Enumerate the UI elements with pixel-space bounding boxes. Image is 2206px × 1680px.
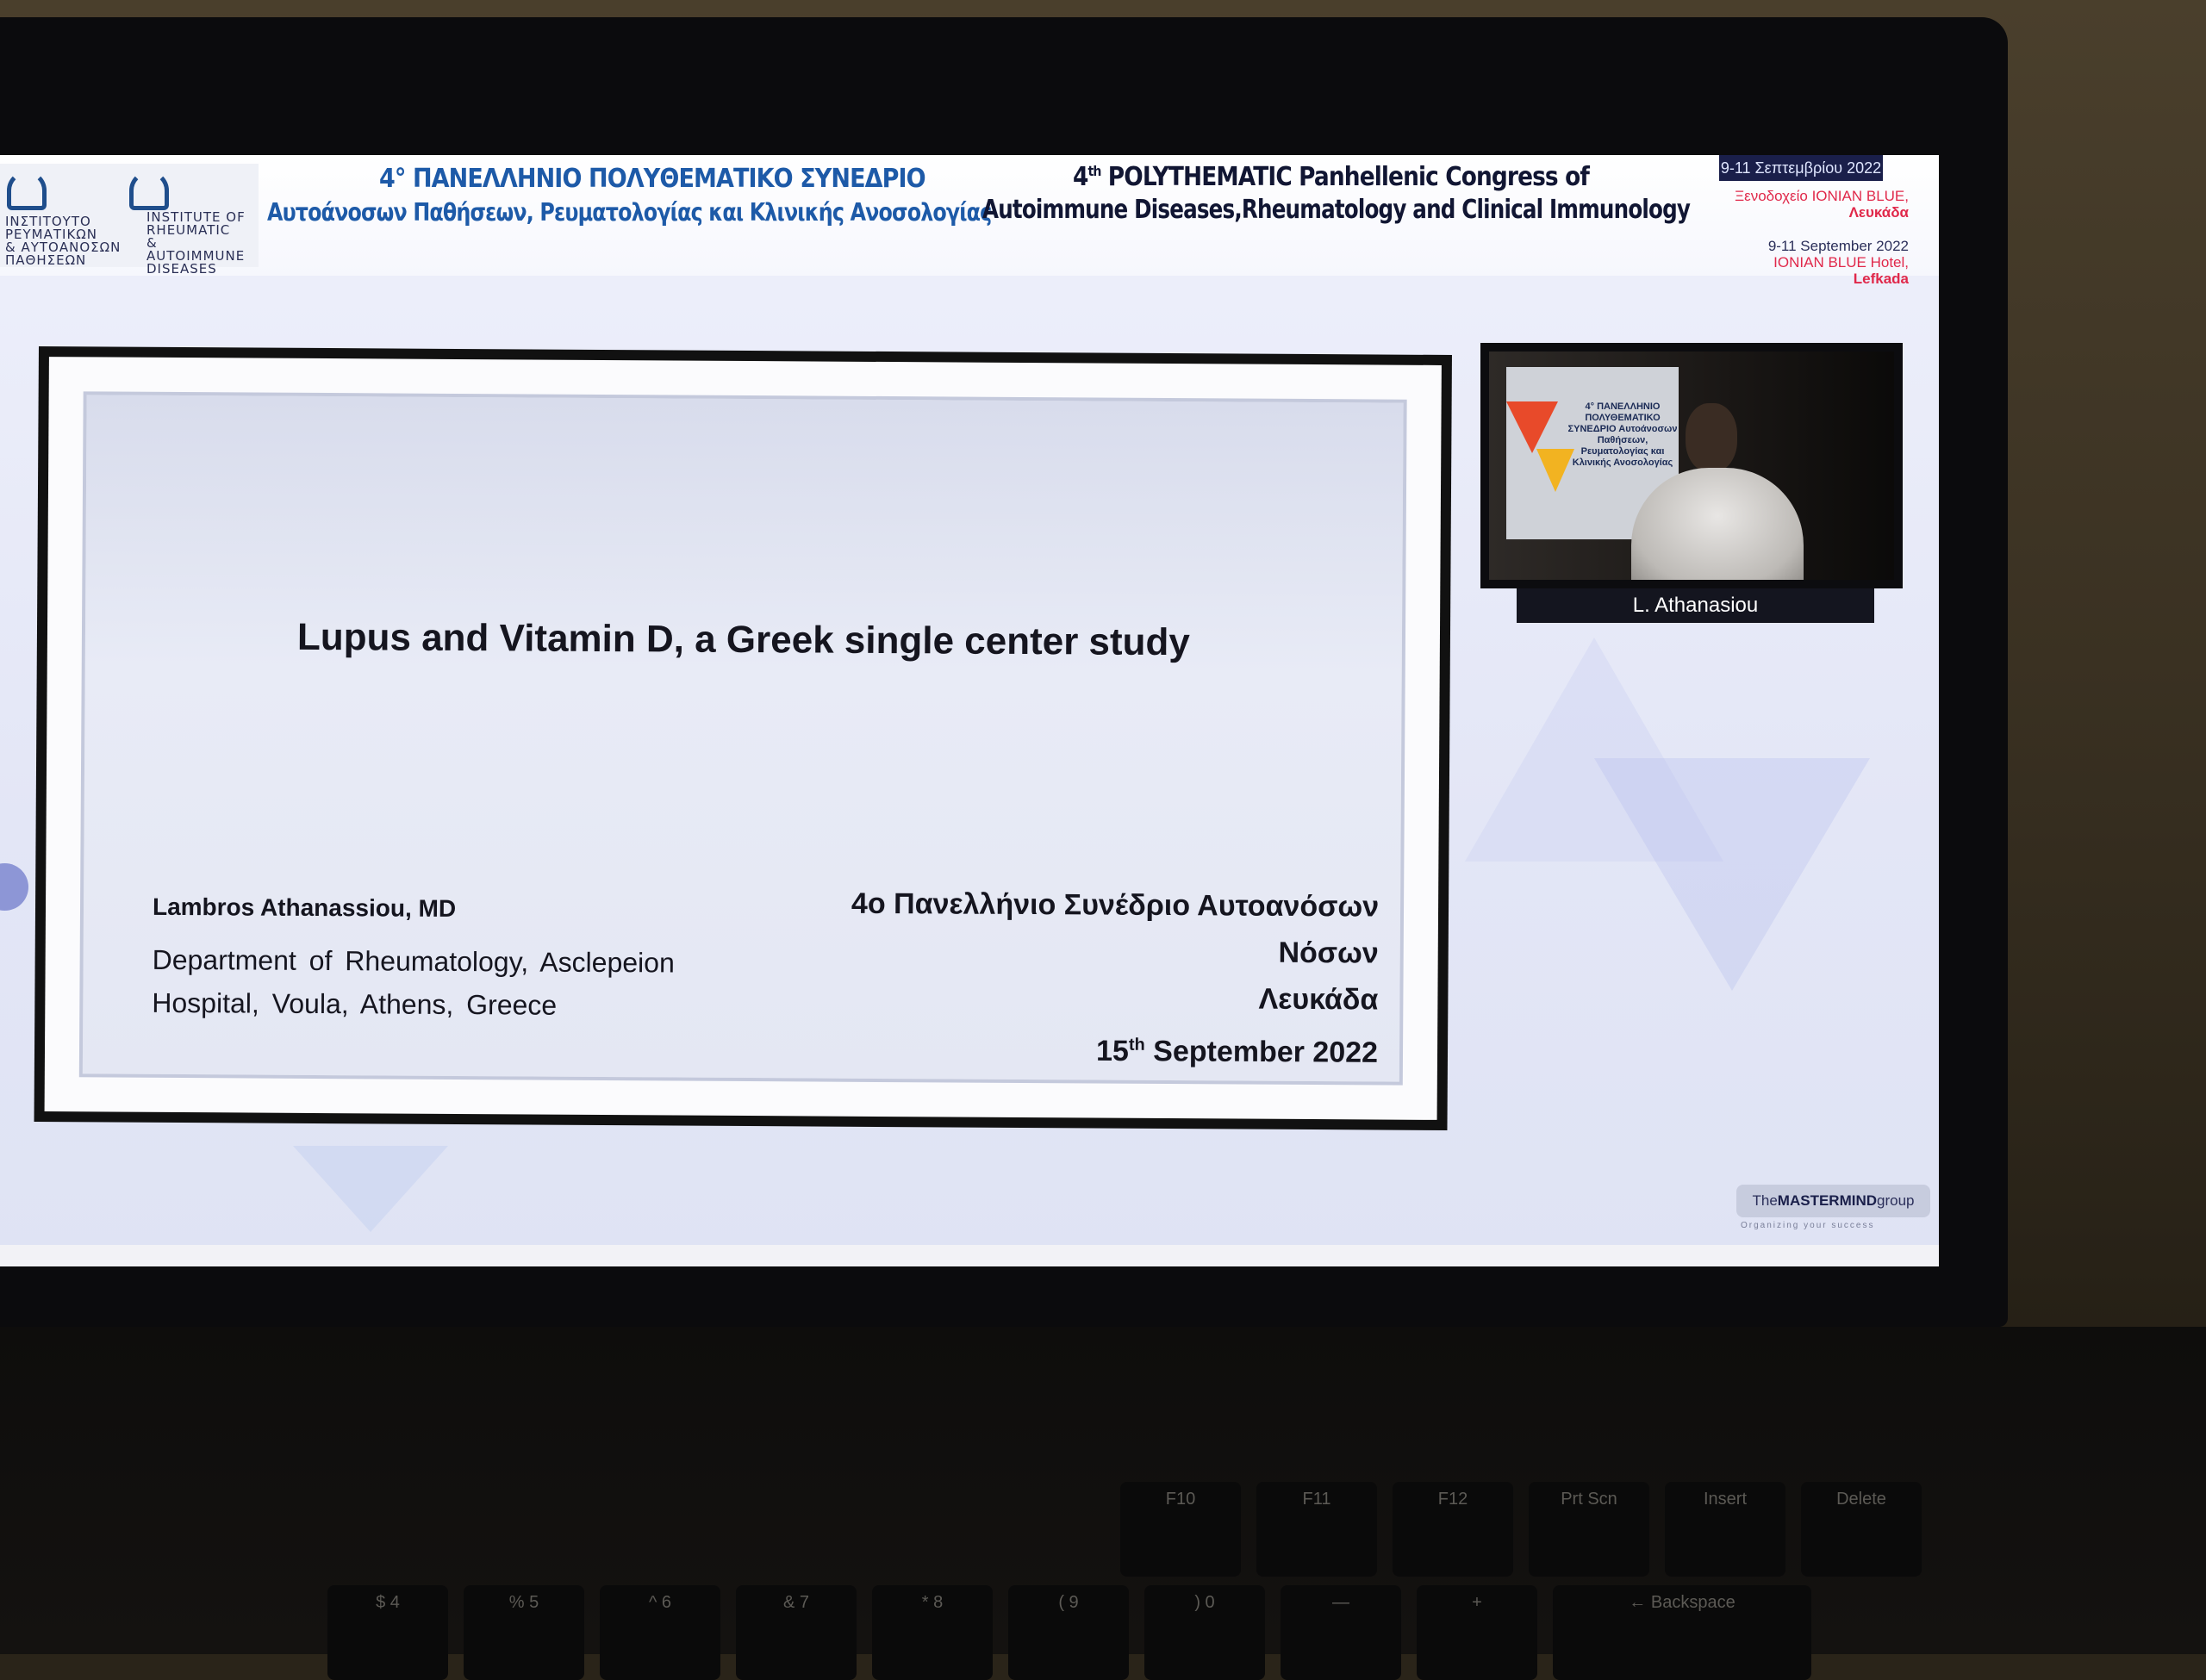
slide-date-day: 15 <box>1095 1034 1129 1068</box>
speaker-video-feed: 4° ΠΑΝΕΛΛΗΝΙΟ ΠΟΛΥΘΕΜΑΤΙΚΟ ΣΥΝΕΔΡΙΟ Αυτο… <box>1489 352 1894 580</box>
congress-header: ΙΝΣΤΙΤΟΥΤΟ ΡΕΥΜΑΤΙΚΩΝ & ΑΥΤΟΑΝΟΣΩΝ ΠΑΘΗΣ… <box>0 155 1939 287</box>
speaker-head <box>1686 403 1737 472</box>
key[interactable]: % 5 <box>464 1585 584 1680</box>
english-title-line2: Autoimmune Diseases,Rheumatology and Cli… <box>982 195 1691 225</box>
key[interactable]: + <box>1417 1585 1537 1680</box>
institute-logo: ΙΝΣΤΙΤΟΥΤΟ ΡΕΥΜΑΤΙΚΩΝ & ΑΥΤΟΑΝΟΣΩΝ ΠΑΘΗΣ… <box>0 164 259 276</box>
key[interactable]: ) 0 <box>1144 1585 1265 1680</box>
institute-logo-icon <box>7 171 47 210</box>
logo-text-greek: ΙΝΣΤΙΤΟΥΤΟ ΡΕΥΜΑΤΙΚΩΝ & ΑΥΤΟΑΝΟΣΩΝ ΠΑΘΗΣ… <box>5 214 122 268</box>
slide-conference-line1: 4ο Πανελλήνιο Συνέδριο Αυτοανόσων <box>851 887 1380 924</box>
slide-author: Lambros Athanassiou, MD <box>152 893 457 922</box>
slide-date-sup: th <box>1128 1035 1145 1055</box>
slide-content: Lupus and Vitamin D, a Greek single cent… <box>78 391 1407 1086</box>
laptop-keyboard: F10 F11 F12 Prt Scn Insert Delete $ 4 % … <box>0 1327 2206 1680</box>
slide-conference: 4ο Πανελλήνιο Συνέδριο Αυτοανόσων Νόσων … <box>851 880 1379 1076</box>
backspace-key[interactable]: ← Backspace <box>1553 1585 1811 1680</box>
mastermind-tagline: Organizing your success <box>1741 1221 1875 1230</box>
key[interactable]: — <box>1281 1585 1401 1680</box>
greek-title-line2: Αυτοάνοσων Παθήσεων, Ρευματολογίας και Κ… <box>267 198 992 227</box>
english-title-num: 4 <box>1073 162 1088 192</box>
venue-english-line1: 9-11 September 2022 <box>1767 238 1909 254</box>
keyboard-number-row: $ 4 % 5 ^ 6 & 7 * 8 ( 9 ) 0 — + ← Backsp… <box>327 1585 1811 1680</box>
decor-triangle <box>1594 758 1870 991</box>
laptop-bezel: ΙΝΣΤΙΤΟΥΤΟ ΡΕΥΜΑΤΙΚΩΝ & ΑΥΤΟΑΝΟΣΩΝ ΠΑΘΗΣ… <box>0 17 2008 1327</box>
slide-title: Lupus and Vitamin D, a Greek single cent… <box>296 615 1191 664</box>
greek-title-line1: 4° ΠΑΝΕΛΛΗΝΙΟ ΠΟΛΥΘΕΜΑΤΙΚΟ ΣΥΝΕΔΡΙΟ <box>379 164 926 194</box>
speaker-video: 4° ΠΑΝΕΛΛΗΝΙΟ ΠΟΛΥΘΕΜΑΤΙΚΟ ΣΥΝΕΔΡΙΟ Αυτο… <box>1480 343 1903 588</box>
mastermind-suffix: group <box>1877 1192 1915 1209</box>
key[interactable]: Insert <box>1665 1482 1785 1577</box>
slide-conference-line2: Νόσων <box>1278 936 1379 970</box>
key[interactable]: F11 <box>1256 1482 1377 1577</box>
venue-english-line2: IONIAN BLUE Hotel, <box>1773 254 1909 271</box>
mastermind-prefix: The <box>1752 1192 1778 1209</box>
presentation-slide: Lupus and Vitamin D, a Greek single cent… <box>34 346 1452 1131</box>
key[interactable]: ^ 6 <box>600 1585 720 1680</box>
decor-dot <box>0 863 28 911</box>
key[interactable]: & 7 <box>736 1585 857 1680</box>
mastermind-logo: TheMASTERMINDgroup <box>1736 1185 1930 1217</box>
english-title-sup: th <box>1087 163 1101 179</box>
date-tab: 9-11 Σεπτεμβρίου 2022 <box>1719 155 1883 181</box>
key[interactable]: Delete <box>1801 1482 1922 1577</box>
slide-date-rest: September 2022 <box>1144 1035 1379 1069</box>
key[interactable]: F12 <box>1393 1482 1513 1577</box>
slide-department: Department of Rheumatology, Asclepeion H… <box>152 943 675 1021</box>
slide-border: Lupus and Vitamin D, a Greek single cent… <box>44 357 1442 1120</box>
key[interactable]: ( 9 <box>1008 1585 1129 1680</box>
venue-english: 9-11 September 2022 IONIAN BLUE Hotel, L… <box>1768 238 1909 287</box>
key[interactable]: F10 <box>1120 1482 1241 1577</box>
english-title-line1: 4th POLYTHEMATIC Panhellenic Congress of <box>1073 162 1590 192</box>
english-title-rest: POLYTHEMATIC Panhellenic Congress of <box>1100 162 1590 192</box>
venue-english-line3: Lefkada <box>1853 271 1909 287</box>
speaker-name-plate: L. Athanasiou <box>1517 588 1874 623</box>
venue-greek: Ξενοδοχείο IONIAN BLUE, Λευκάδα <box>1735 188 1909 221</box>
keyboard-function-row: F10 F11 F12 Prt Scn Insert Delete <box>1120 1482 1922 1577</box>
venue-greek-line2: Λευκάδα <box>1848 204 1909 221</box>
institute-logo-icon-en <box>129 171 169 210</box>
logo-text-english: INSTITUTE OF RHEUMATIC & AUTOIMMUNE DISE… <box>146 209 246 277</box>
decor-triangle <box>293 1146 448 1232</box>
venue-greek-line1: Ξενοδοχείο IONIAN BLUE, <box>1735 188 1909 204</box>
slide-conference-line3: Λευκάδα <box>1258 982 1379 1017</box>
screen: ΙΝΣΤΙΤΟΥΤΟ ΡΕΥΜΑΤΙΚΩΝ & ΑΥΤΟΑΝΟΣΩΝ ΠΑΘΗΣ… <box>0 155 1939 1266</box>
key[interactable]: $ 4 <box>327 1585 448 1680</box>
slide-conference-date: 15th September 2022 <box>851 1020 1378 1076</box>
banner-triangle-icon <box>1506 401 1558 453</box>
screen-bottom-edge <box>0 1245 1939 1266</box>
key[interactable]: Prt Scn <box>1529 1482 1649 1577</box>
mastermind-name: MASTERMIND <box>1777 1192 1878 1209</box>
video-banner-text: 4° ΠΑΝΕΛΛΗΝΙΟ ΠΟΛΥΘΕΜΑΤΙΚΟ ΣΥΝΕΔΡΙΟ Αυτο… <box>1567 401 1678 468</box>
key[interactable]: * 8 <box>872 1585 993 1680</box>
